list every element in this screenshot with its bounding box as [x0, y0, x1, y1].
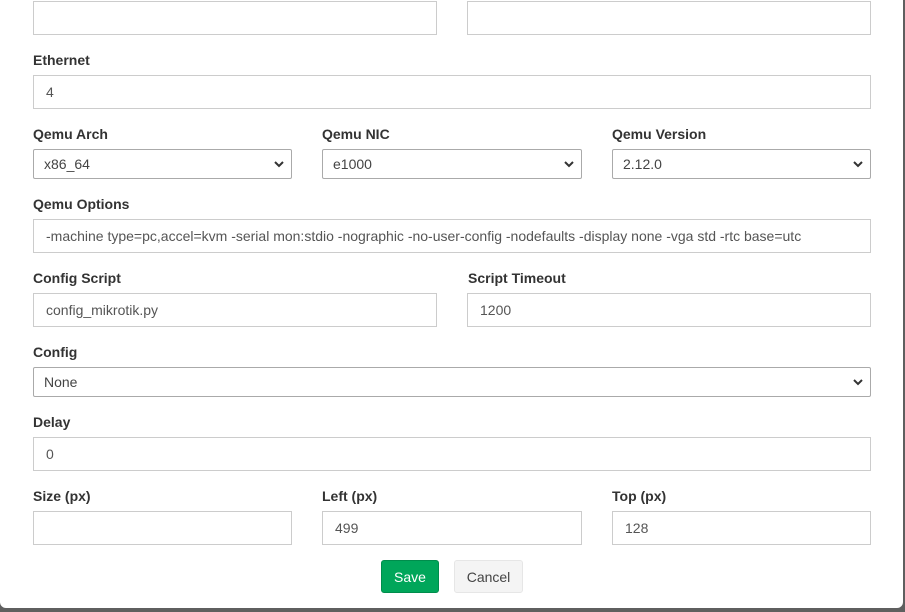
left-input[interactable]: 499: [322, 511, 582, 545]
qemu-nic-label: Qemu NIC: [322, 126, 390, 142]
config-script-label: Config Script: [33, 270, 121, 286]
ethernet-label: Ethernet: [33, 52, 90, 68]
qemu-nic-select[interactable]: e1000: [322, 149, 582, 179]
qemu-options-input[interactable]: -machine type=pc,accel=kvm -serial mon:s…: [33, 219, 871, 253]
size-label: Size (px): [33, 488, 91, 504]
script-timeout-input[interactable]: 1200: [467, 293, 871, 327]
top-input[interactable]: 128: [612, 511, 871, 545]
qemu-options-label: Qemu Options: [33, 196, 130, 212]
chevron-down-icon: [274, 161, 284, 168]
chevron-down-icon: [853, 379, 863, 386]
qemu-version-select[interactable]: 2.12.0: [612, 149, 871, 179]
top-right-field[interactable]: [467, 1, 871, 35]
qemu-nic-value: e1000: [333, 156, 372, 172]
left-label: Left (px): [322, 488, 378, 504]
qemu-version-label: Qemu Version: [612, 126, 707, 142]
delay-input[interactable]: 0: [33, 437, 871, 471]
config-script-input[interactable]: config_mikrotik.py: [33, 293, 437, 327]
save-button[interactable]: Save: [381, 560, 439, 593]
top-label: Top (px): [612, 488, 667, 504]
qemu-version-value: 2.12.0: [623, 156, 662, 172]
delay-label: Delay: [33, 414, 71, 430]
cancel-button[interactable]: Cancel: [454, 560, 523, 593]
chevron-down-icon: [853, 161, 863, 168]
qemu-arch-value: x86_64: [44, 156, 90, 172]
config-value: None: [44, 374, 78, 390]
node-edit-modal: Ethernet 4 Qemu Arch x86_64 Qemu NIC e10…: [0, 0, 903, 608]
qemu-arch-label: Qemu Arch: [33, 126, 108, 142]
top-left-field[interactable]: [33, 1, 437, 35]
script-timeout-label: Script Timeout: [468, 270, 566, 286]
ethernet-input[interactable]: 4: [33, 75, 871, 109]
config-select[interactable]: None: [33, 367, 871, 397]
qemu-arch-select[interactable]: x86_64: [33, 149, 292, 179]
config-label: Config: [33, 344, 78, 360]
size-input[interactable]: [33, 511, 292, 545]
chevron-down-icon: [564, 161, 574, 168]
